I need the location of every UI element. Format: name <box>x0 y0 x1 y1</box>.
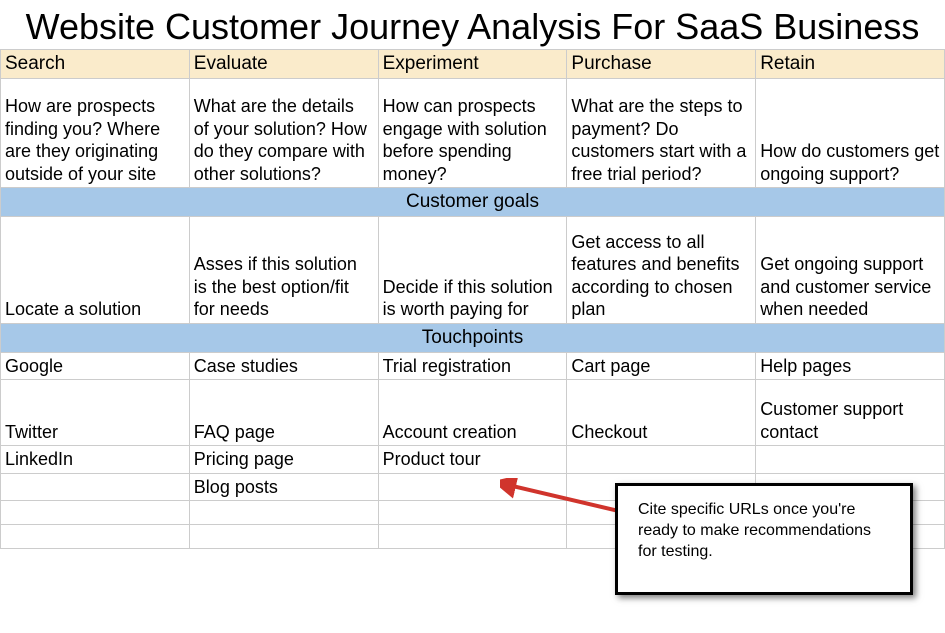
tp-cell: Checkout <box>567 380 756 446</box>
section-goals-row: Customer goals <box>1 188 945 217</box>
tp-cell: Help pages <box>756 352 945 380</box>
stage-evaluate: Evaluate <box>189 50 378 79</box>
tp-cell <box>1 525 190 549</box>
tp-cell: Account creation <box>378 380 567 446</box>
touchpoint-row-1: Google Case studies Trial registration C… <box>1 352 945 380</box>
tp-cell: Customer support contact <box>756 380 945 446</box>
question-retain: How do customers get ongoing support? <box>756 79 945 188</box>
stage-experiment: Experiment <box>378 50 567 79</box>
stage-retain: Retain <box>756 50 945 79</box>
section-customer-goals: Customer goals <box>1 188 945 217</box>
touchpoint-row-2: Twitter FAQ page Account creation Checko… <box>1 380 945 446</box>
tp-cell: Product tour <box>378 446 567 474</box>
question-experiment: How can prospects engage with solution b… <box>378 79 567 188</box>
tp-cell: Blog posts <box>189 473 378 501</box>
tp-cell <box>189 525 378 549</box>
tp-cell: Cart page <box>567 352 756 380</box>
question-evaluate: What are the details of your solution? H… <box>189 79 378 188</box>
tp-cell: Case studies <box>189 352 378 380</box>
tp-cell: FAQ page <box>189 380 378 446</box>
stage-search: Search <box>1 50 190 79</box>
tp-cell <box>378 525 567 549</box>
touchpoint-row-3: LinkedIn Pricing page Product tour <box>1 446 945 474</box>
question-search: How are prospects finding you? Where are… <box>1 79 190 188</box>
question-purchase: What are the steps to payment? Do custom… <box>567 79 756 188</box>
goal-evaluate: Asses if this solution is the best optio… <box>189 216 378 323</box>
tp-cell <box>1 473 190 501</box>
goal-retain: Get ongoing support and customer service… <box>756 216 945 323</box>
tp-cell: LinkedIn <box>1 446 190 474</box>
goal-experiment: Decide if this solution is worth paying … <box>378 216 567 323</box>
tp-cell <box>567 446 756 474</box>
tp-cell <box>189 501 378 525</box>
section-touchpoints-row: Touchpoints <box>1 323 945 352</box>
section-touchpoints: Touchpoints <box>1 323 945 352</box>
stage-row: Search Evaluate Experiment Purchase Reta… <box>1 50 945 79</box>
goals-row: Locate a solution Asses if this solution… <box>1 216 945 323</box>
tp-cell: Google <box>1 352 190 380</box>
tp-cell <box>378 501 567 525</box>
tp-cell: Trial registration <box>378 352 567 380</box>
goal-search: Locate a solution <box>1 216 190 323</box>
tp-cell <box>756 446 945 474</box>
stage-purchase: Purchase <box>567 50 756 79</box>
goal-purchase: Get access to all features and benefits … <box>567 216 756 323</box>
tp-cell: Pricing page <box>189 446 378 474</box>
tp-cell <box>378 473 567 501</box>
annotation-note: Cite specific URLs once you're ready to … <box>615 483 913 595</box>
tp-cell: Twitter <box>1 380 190 446</box>
question-row: How are prospects finding you? Where are… <box>1 79 945 188</box>
journey-table: Search Evaluate Experiment Purchase Reta… <box>0 49 945 549</box>
page-title: Website Customer Journey Analysis For Sa… <box>0 0 945 49</box>
tp-cell <box>1 501 190 525</box>
